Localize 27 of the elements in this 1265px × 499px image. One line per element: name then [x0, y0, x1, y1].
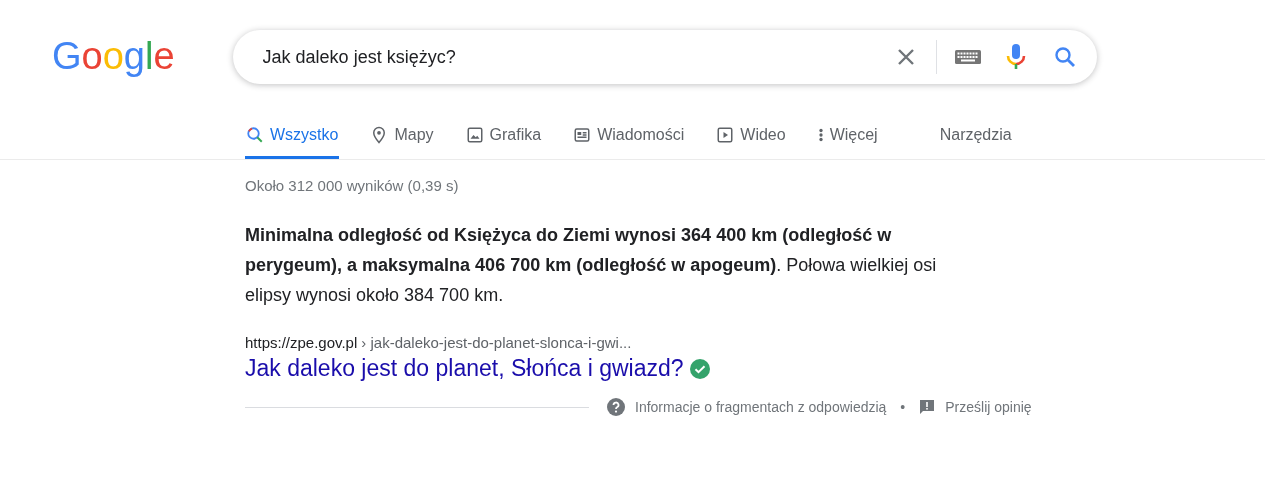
snippet-info-link[interactable]: Informacje o fragmentach z odpowiedzią [635, 399, 887, 415]
image-icon [465, 126, 484, 144]
search-field[interactable]: Jak daleko jest księżyc? [260, 45, 894, 69]
search-tab[interactable]: Więcej [816, 126, 879, 159]
search-tab[interactable]: Grafika [464, 126, 543, 159]
search-icon [246, 126, 264, 144]
search-tab[interactable]: Wideo [715, 126, 787, 159]
play-icon [716, 126, 735, 144]
search-tab[interactable]: Mapy [369, 126, 435, 159]
featured-snippet: Minimalna odległość od Księżyca do Ziemi wynosi 364 400 km (odległość w perygeum), a maksymalna 406 700 km (odległość w apogeum). Połowa wielkiej osi elipsy wynosi około 384 700 km. [245, 224, 938, 307]
separator-dot: • [900, 399, 906, 415]
microphone-icon[interactable] [1004, 43, 1027, 71]
newspaper-icon [573, 126, 592, 144]
feedback-link[interactable]: Prześlij opinię [945, 399, 1032, 415]
result-path: › jak-daleko-jest-do-planet-slonca-i-gwi... [361, 334, 632, 351]
search-icon[interactable] [1052, 45, 1077, 69]
keyboard-icon[interactable] [954, 49, 981, 65]
result-domain: https://zpe.gov.pl [245, 334, 358, 351]
tools-tab[interactable]: Narzędzia [938, 126, 1013, 159]
result-stats: Około 312 000 wyników (0,39 s) [245, 177, 460, 194]
more-dots-icon [817, 126, 824, 144]
help-icon [607, 398, 625, 416]
result-title-link[interactable]: Jak daleko jest do planet, Słońca i gwiazd? [245, 355, 684, 382]
google-logo[interactable]: Google [50, 32, 177, 82]
feedback-icon [919, 399, 936, 415]
search-tab[interactable]: Wszystko [245, 126, 340, 159]
search-tab[interactable]: Wiadomości [572, 126, 686, 159]
